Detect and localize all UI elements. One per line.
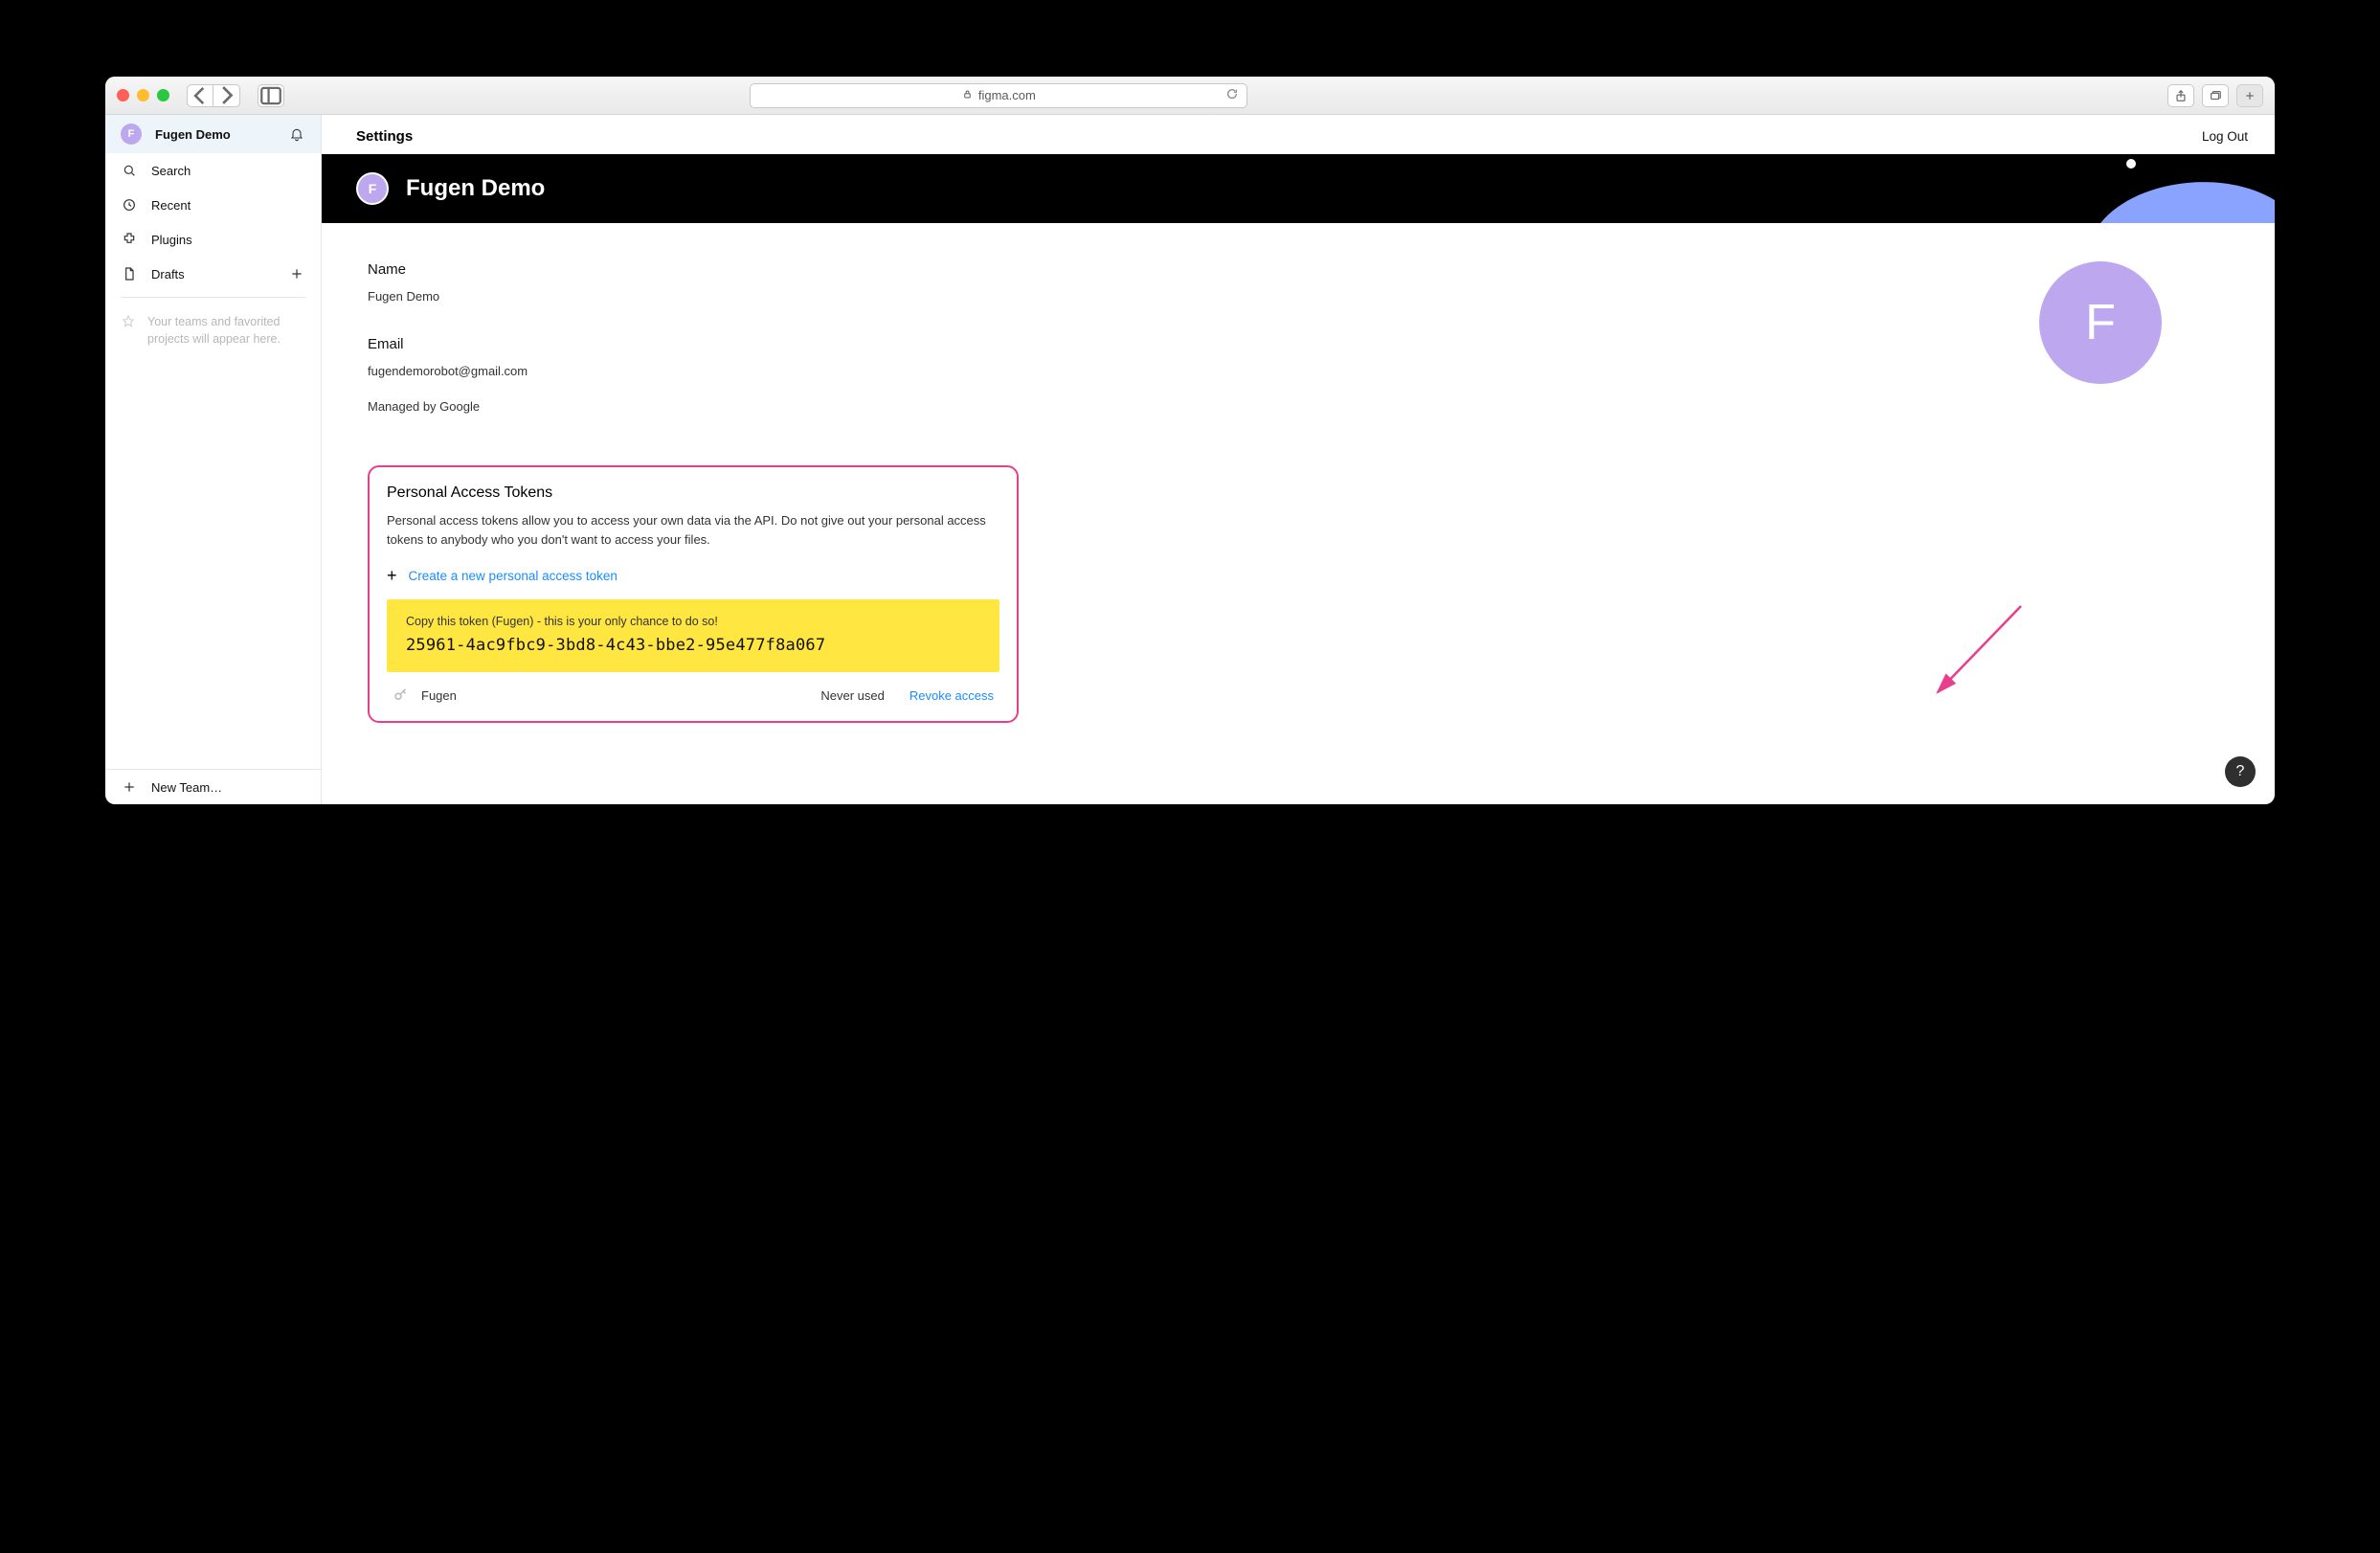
share-button[interactable] — [2167, 84, 2194, 107]
pat-heading: Personal Access Tokens — [387, 484, 999, 502]
page-title: Settings — [356, 128, 413, 145]
create-token-button[interactable]: + Create a new personal access token — [387, 566, 999, 586]
annotation-arrow — [1920, 601, 2035, 707]
sidebar-toggle-button[interactable] — [258, 84, 284, 107]
sidebar-item-label: Drafts — [151, 267, 185, 281]
new-tab-button[interactable] — [2236, 84, 2263, 107]
browser-chrome: figma.com — [105, 77, 2275, 115]
create-token-label: Create a new personal access token — [409, 569, 617, 583]
star-icon — [121, 313, 136, 330]
plus-icon: + — [387, 566, 397, 586]
sidebar-item-search[interactable]: Search — [105, 153, 321, 188]
chrome-right — [2167, 84, 2263, 107]
token-copy-hint: Copy this token (Fugen) - this is your o… — [406, 615, 980, 628]
window-minimize-button[interactable] — [137, 89, 149, 101]
token-row: Fugen Never used Revoke access — [387, 672, 999, 709]
key-icon — [393, 686, 410, 706]
sidebar-item-new-team[interactable]: New Team… — [105, 770, 321, 804]
address-bar[interactable]: figma.com — [750, 83, 1247, 108]
sidebar-hint: Your teams and favorited projects will a… — [105, 304, 321, 357]
sidebar: F Fugen Demo Search Recent — [105, 115, 322, 804]
sidebar-item-label: New Team… — [151, 780, 222, 795]
personal-access-tokens-section: Personal Access Tokens Personal access t… — [368, 465, 1019, 723]
help-button[interactable]: ? — [2225, 756, 2256, 787]
logout-link[interactable]: Log Out — [2202, 129, 2248, 144]
window-close-button[interactable] — [117, 89, 129, 101]
managed-by: Managed by Google — [368, 399, 1963, 414]
sidebar-item-label: Recent — [151, 198, 191, 213]
reload-icon[interactable] — [1225, 87, 1239, 103]
window-maximize-button[interactable] — [157, 89, 169, 101]
sidebar-item-label: Search — [151, 164, 191, 178]
sidebar-item-plugins[interactable]: Plugins — [105, 222, 321, 257]
content: Settings Log Out F Fugen Demo Name — [322, 115, 2275, 804]
sidebar-item-drafts[interactable]: Drafts — [105, 257, 321, 291]
lock-icon — [962, 88, 973, 102]
hero-title: Fugen Demo — [406, 175, 545, 202]
pat-description: Personal access tokens allow you to acce… — [387, 511, 999, 549]
sidebar-hint-text: Your teams and favorited projects will a… — [147, 313, 305, 348]
clock-icon — [121, 196, 138, 214]
forward-button[interactable] — [213, 84, 240, 107]
avatar-large[interactable]: F — [2039, 261, 2162, 384]
revoke-access-link[interactable]: Revoke access — [909, 688, 994, 703]
name-label: Name — [368, 261, 1963, 278]
email-value: fugendemorobot@gmail.com — [368, 364, 1963, 378]
token-value: 25961-4ac9fbc9-3bd8-4c43-bbe2-95e477f8a0… — [406, 636, 980, 655]
avatar: F — [356, 172, 389, 205]
traffic-lights — [117, 89, 169, 101]
hero-decoration — [2100, 154, 2275, 223]
search-icon — [121, 162, 138, 179]
hero: F Fugen Demo — [322, 154, 2275, 223]
topbar: Settings Log Out — [322, 115, 2275, 154]
plus-icon — [121, 778, 138, 796]
sidebar-item-recent[interactable]: Recent — [105, 188, 321, 222]
back-button[interactable] — [187, 84, 213, 107]
sidebar-item-user[interactable]: F Fugen Demo — [105, 115, 321, 153]
sidebar-item-label: Plugins — [151, 233, 192, 247]
app: F Fugen Demo Search Recent — [105, 115, 2275, 804]
token-name: Fugen — [421, 688, 809, 703]
plugin-icon — [121, 231, 138, 248]
sidebar-user-name: Fugen Demo — [155, 127, 231, 142]
token-status: Never used — [820, 688, 884, 703]
name-value: Fugen Demo — [368, 289, 1963, 304]
bell-icon[interactable] — [288, 125, 305, 143]
email-label: Email — [368, 336, 1963, 352]
avatar-small: F — [121, 124, 142, 145]
nav-buttons — [187, 84, 240, 107]
token-copy-box[interactable]: Copy this token (Fugen) - this is your o… — [387, 599, 999, 672]
browser-window: figma.com F Fugen Demo — [105, 77, 2275, 804]
divider — [121, 297, 305, 298]
file-icon — [121, 265, 138, 282]
tabs-button[interactable] — [2202, 84, 2229, 107]
plus-icon[interactable] — [288, 265, 305, 282]
address-bar-host: figma.com — [978, 88, 1036, 102]
settings-panel: Name Fugen Demo Email fugendemorobot@gma… — [322, 223, 2275, 780]
